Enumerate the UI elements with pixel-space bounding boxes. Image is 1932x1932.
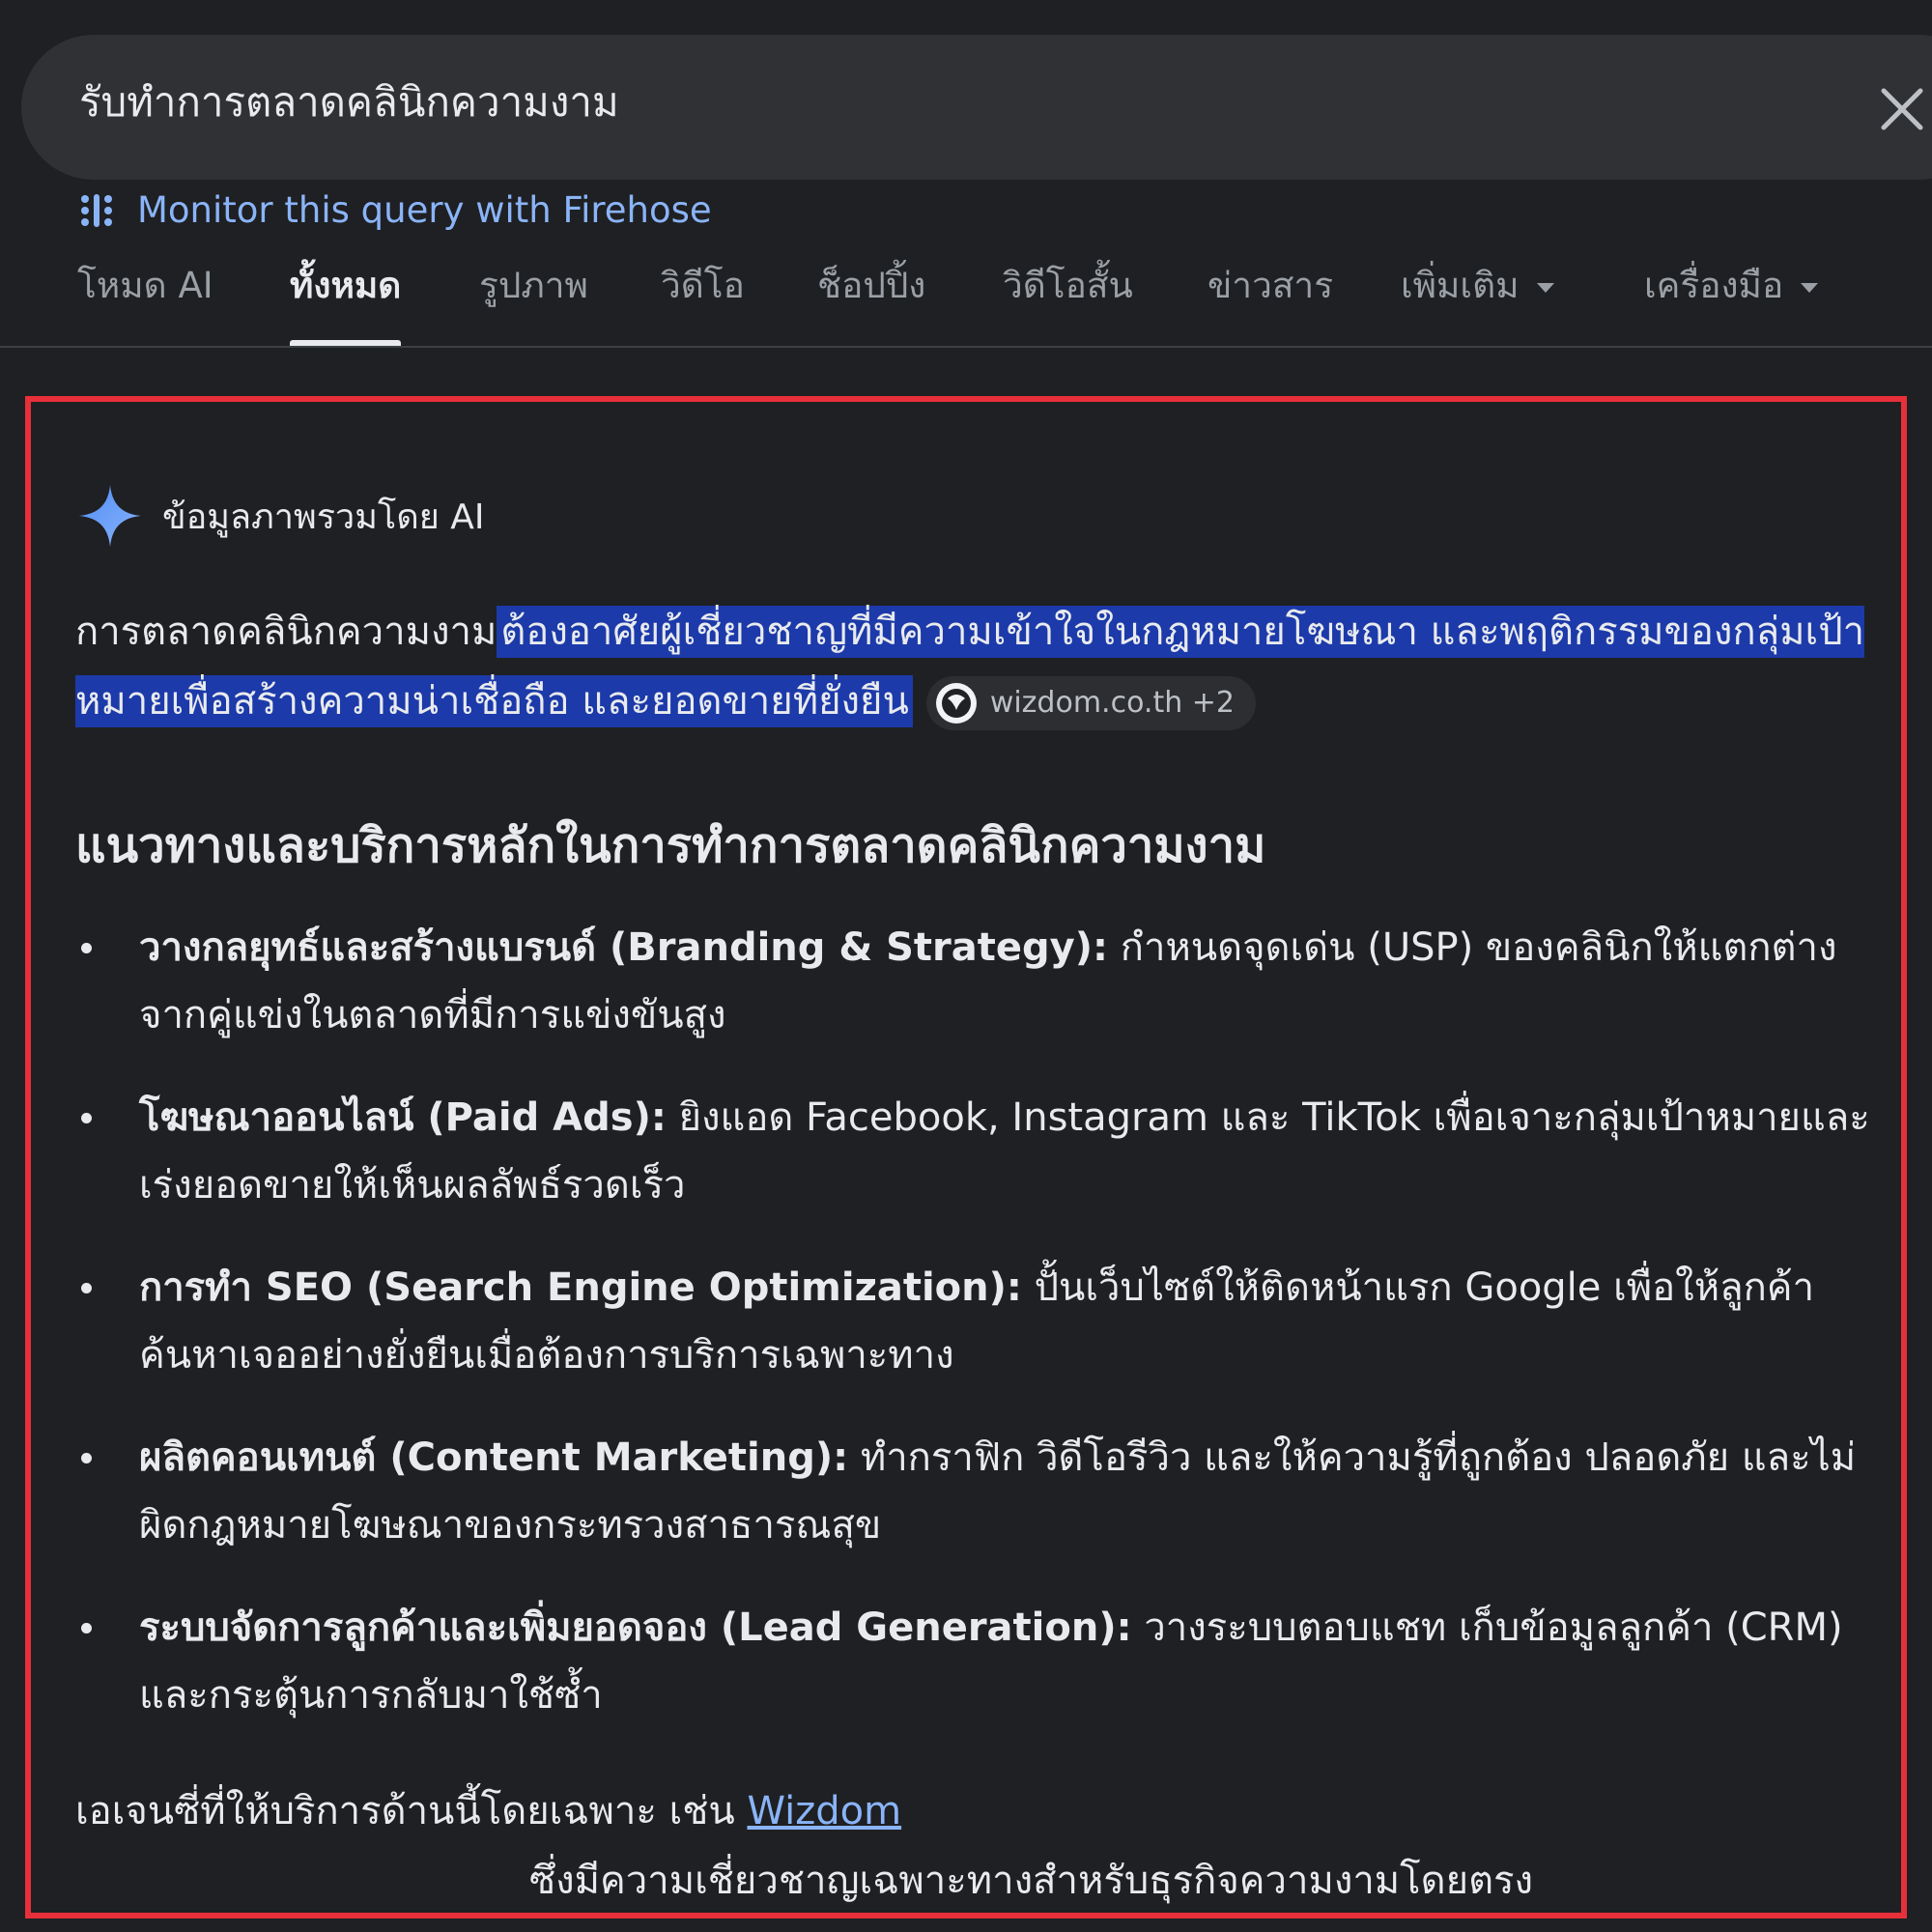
firehose-monitor-link[interactable]: Monitor this query with Firehose — [77, 189, 712, 231]
list-item-title: ผลิตคอนเทนต์ (Content Marketing): — [139, 1435, 849, 1480]
tab-label: โหมด AI — [77, 265, 213, 306]
bullet-dot — [81, 1623, 92, 1634]
tabs-divider — [0, 346, 1932, 348]
list-item: การทำ SEO (Search Engine Optimization): … — [77, 1254, 1903, 1389]
tab-label: ข่าวสาร — [1208, 265, 1334, 306]
search-tabs: โหมด AI ทั้งหมด รูปภาพ วิดีโอ ช็อปปิ้ง ว… — [77, 261, 1913, 348]
list-item: โฆษณาออนไลน์ (Paid Ads): ยิงแอด Facebook… — [77, 1084, 1903, 1219]
agency-suffix: ซึ่งมีความเชี่ยวชาญเฉพาะทางสำหรับธุรกิจค… — [529, 1859, 1534, 1903]
tab-label: เครื่องมือ — [1644, 265, 1784, 306]
chevron-down-icon — [1801, 282, 1819, 293]
tab-label: ทั้งหมด — [290, 265, 402, 306]
ai-overview-header: ข้อมูลภาพรวมโดย AI — [77, 483, 484, 549]
wizdom-link[interactable]: Wizdom — [747, 1789, 901, 1833]
tab-videos[interactable]: วิดีโอ — [661, 261, 745, 346]
list-item: ผลิตคอนเทนต์ (Content Marketing): ทำกราฟ… — [77, 1424, 1903, 1559]
services-list: วางกลยุทธ์และสร้างแบรนด์ (Branding & Str… — [77, 914, 1903, 1764]
bullet-dot — [81, 1283, 92, 1293]
tab-images[interactable]: รูปภาพ — [479, 261, 588, 346]
tab-label: ช็อปปิ้ง — [817, 265, 926, 306]
tab-tools[interactable]: เครื่องมือ — [1644, 261, 1819, 346]
tab-label: เพิ่มเติม — [1401, 265, 1520, 306]
agency-prefix: เอเจนซี่ที่ให้บริการด้านนี้โดยเฉพาะ เช่น — [75, 1789, 748, 1833]
tab-news[interactable]: ข่าวสาร — [1208, 261, 1333, 346]
bullet-dot — [81, 1453, 92, 1463]
source-favicon-icon — [935, 683, 977, 724]
ai-overview-intro: การตลาดคลินิกความงาม ต้องอาศัยผู้เชี่ยวชา… — [75, 597, 1911, 736]
tab-short-videos[interactable]: วิดีโอสั้น — [1003, 261, 1133, 346]
list-item-title: การทำ SEO (Search Engine Optimization): — [139, 1265, 1022, 1310]
search-bar[interactable] — [21, 35, 1932, 180]
tab-more[interactable]: เพิ่มเติม — [1401, 261, 1554, 346]
list-item-title: ระบบจัดการลูกค้าและเพิ่มยอดจอง (Lead Gen… — [139, 1605, 1132, 1650]
sparkle-icon — [79, 485, 141, 547]
close-icon[interactable] — [1878, 85, 1926, 133]
agency-line: เอเจนซี่ที่ให้บริการด้านนี้โดยเฉพาะ เช่น… — [75, 1779, 901, 1841]
bullet-dot — [81, 1113, 92, 1123]
tab-label: วิดีโอสั้น — [1003, 265, 1133, 306]
list-item: วางกลยุทธ์และสร้างแบรนด์ (Branding & Str… — [77, 914, 1903, 1049]
tab-label: วิดีโอ — [661, 265, 745, 306]
ai-overview-title: ข้อมูลภาพรวมโดย AI — [162, 497, 485, 537]
chevron-down-icon — [1536, 282, 1554, 293]
intro-text: การตลาดคลินิกความงาม — [75, 610, 497, 654]
source-chip[interactable]: wizdom.co.th +2 — [925, 676, 1256, 730]
search-input[interactable] — [77, 77, 1723, 127]
bullet-dot — [81, 943, 92, 953]
tab-all[interactable]: ทั้งหมด — [290, 261, 402, 346]
tab-label: รูปภาพ — [479, 265, 588, 306]
list-item: ระบบจัดการลูกค้าและเพิ่มยอดจอง (Lead Gen… — [77, 1594, 1903, 1729]
firehose-icon — [81, 193, 112, 227]
search-results-page: Monitor this query with Firehose โหมด AI… — [0, 0, 1932, 1932]
firehose-label: Monitor this query with Firehose — [137, 189, 712, 231]
section-heading: แนวทางและบริการหลักในการทำการตลาดคลินิกค… — [75, 818, 1266, 873]
tab-shopping[interactable]: ช็อปปิ้ง — [817, 261, 925, 346]
source-chip-label: wizdom.co.th +2 — [989, 686, 1235, 720]
list-item-title: โฆษณาออนไลน์ (Paid Ads): — [139, 1095, 667, 1140]
tab-ai-mode[interactable]: โหมด AI — [77, 261, 213, 346]
list-item-title: วางกลยุทธ์และสร้างแบรนด์ (Branding & Str… — [139, 925, 1109, 970]
